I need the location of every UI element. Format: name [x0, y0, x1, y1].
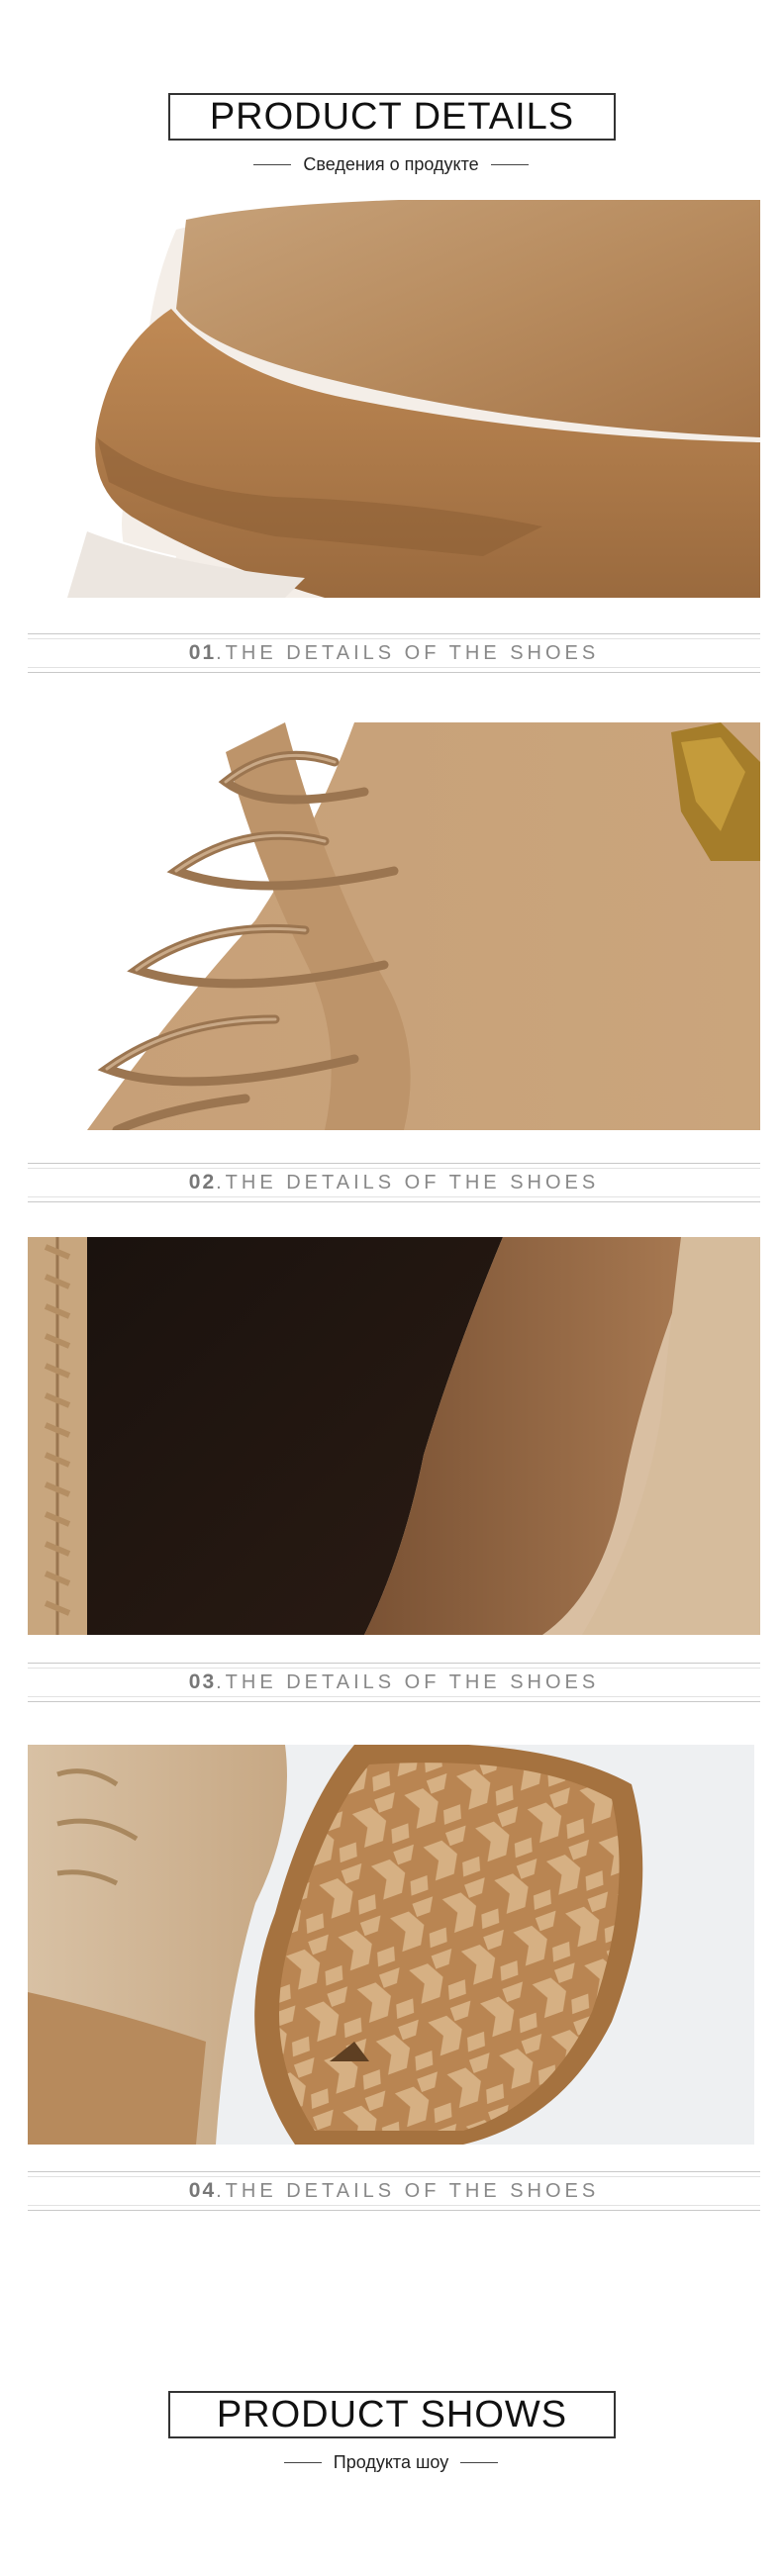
detail-caption-2: 02 .THE DETAILS OF THE SHOES: [28, 1163, 760, 1202]
divider-left: [253, 163, 292, 165]
detail-caption-1: 01 .THE DETAILS OF THE SHOES: [28, 633, 760, 673]
section-subtitle: Продукта шоу: [333, 2451, 449, 2472]
details-header: PRODUCT DETAILS Сведения о продукте: [0, 0, 782, 188]
shows-header: PRODUCT SHOWS Продукта шоу: [0, 2375, 782, 2494]
caption-number: 02: [188, 1171, 217, 1193]
caption-text: .THE DETAILS OF THE SHOES: [216, 2179, 600, 2202]
page-title: PRODUCT DETAILS: [168, 93, 616, 141]
divider-right: [460, 2461, 499, 2463]
page-subtitle: Сведения о продукте: [303, 153, 479, 174]
caption-number: 01: [188, 641, 217, 664]
boot-toe-image: [28, 200, 760, 598]
caption-text: .THE DETAILS OF THE SHOES: [216, 1171, 600, 1193]
caption-text: .THE DETAILS OF THE SHOES: [216, 641, 600, 664]
section-subtitle-row: Продукта шоу: [0, 2450, 782, 2474]
detail-photo-3: [28, 1237, 760, 1635]
caption-number: 03: [188, 1670, 217, 1693]
divider-left: [283, 2461, 322, 2463]
caption-number: 04: [188, 2179, 217, 2202]
caption-text: .THE DETAILS OF THE SHOES: [216, 1670, 600, 1693]
divider-right: [490, 163, 529, 165]
boot-outsole-image: [28, 1745, 754, 2145]
boot-laces-image: [28, 722, 760, 1130]
detail-caption-3: 03 .THE DETAILS OF THE SHOES: [28, 1663, 760, 1702]
boot-lining-image: [28, 1237, 760, 1635]
detail-caption-4: 04 .THE DETAILS OF THE SHOES: [28, 2171, 760, 2211]
section-title: PRODUCT SHOWS: [168, 2391, 616, 2438]
detail-photo-1: [28, 200, 760, 598]
detail-photo-4: [28, 1745, 754, 2145]
page-subtitle-row: Сведения о продукте: [0, 152, 782, 176]
detail-photo-2: [28, 722, 760, 1130]
